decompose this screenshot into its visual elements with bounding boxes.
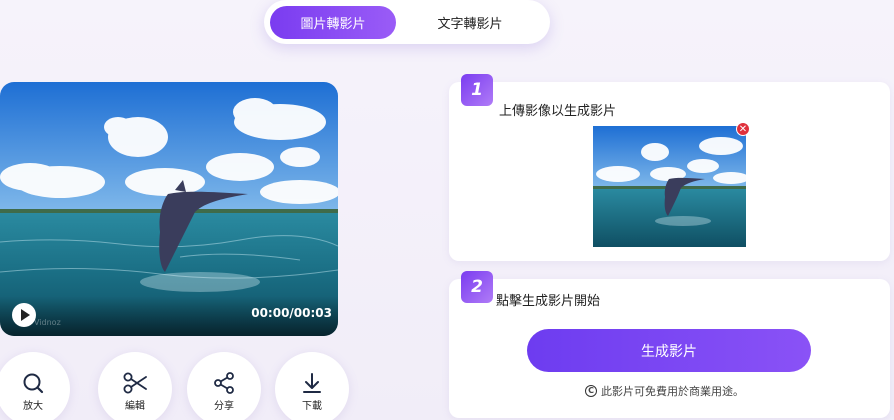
video-timecode: 00:00/00:03 [251,306,332,320]
commercial-use-notice: C 此影片可免費用於商業用途。 [585,383,744,399]
download-button[interactable]: 下載 [275,352,349,420]
step-2-generate-card: 2 點擊生成影片開始 生成影片 C 此影片可免費用於商業用途。 [449,271,890,418]
remove-image-button[interactable]: ✕ [736,122,750,136]
copyright-icon: C [585,385,597,397]
step-2-badge: 2 [461,271,493,303]
share-icon [214,372,234,394]
step-2-title: 點擊生成影片開始 [496,294,601,309]
share-button[interactable]: 分享 [187,352,261,420]
video-player[interactable]: Vidnoz 00:00/00:03 [0,82,338,336]
play-button[interactable] [12,303,36,327]
edit-button[interactable]: 編輯 [98,352,172,420]
step-1-badge: 1 [461,74,493,106]
generate-video-button[interactable]: 生成影片 [527,329,811,372]
download-label: 下載 [302,401,322,412]
uploaded-image [593,126,746,247]
play-icon [21,309,30,321]
tab-text-to-video[interactable]: 文字轉影片 [396,6,544,39]
zoom-button[interactable]: 放大 [0,352,70,420]
tab-image-to-video[interactable]: 圖片轉影片 [270,5,396,39]
share-label: 分享 [214,401,234,412]
uploaded-image-thumbnail[interactable] [593,126,746,247]
edit-label: 編輯 [125,401,145,412]
download-icon [303,373,321,393]
zoom-icon [23,373,44,394]
scissors-icon [123,372,147,394]
video-watermark: Vidnoz [34,318,61,327]
step-1-title: 上傳影像以生成影片 [499,104,617,119]
step-1-upload-card: 1 上傳影像以生成影片 ✕ [449,74,890,261]
commercial-use-text: 此影片可免費用於商業用途。 [601,385,744,398]
zoom-label: 放大 [23,401,43,412]
mode-tabs: 圖片轉影片 文字轉影片 [264,0,550,44]
